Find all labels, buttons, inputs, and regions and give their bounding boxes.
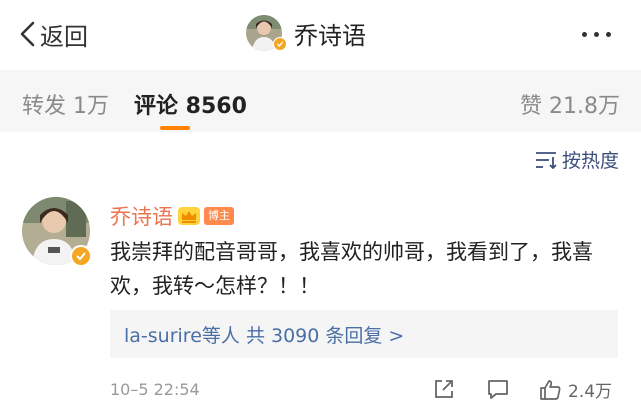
sort-icon xyxy=(535,151,557,169)
share-icon xyxy=(435,380,453,398)
sort-button[interactable]: 按热度 xyxy=(535,146,619,173)
page-title: 乔诗语 xyxy=(294,21,366,50)
sort-row: 按热度 xyxy=(0,132,641,187)
reply-button[interactable] xyxy=(486,377,510,401)
verified-icon xyxy=(273,37,287,51)
replies-link[interactable]: la-surire等人 共 3090 条回复 > xyxy=(110,310,618,358)
nav-bar: 返回 乔诗语 xyxy=(0,0,641,70)
tab-comments[interactable]: 评论 8560 xyxy=(134,88,247,120)
reply-count[interactable]: 共 3090 条回复 > xyxy=(246,325,404,347)
tab-likes[interactable]: 赞 21.8万 xyxy=(520,88,620,120)
comment-footer: 10–5 22:54 2.4万 xyxy=(110,377,621,407)
crown-icon xyxy=(178,207,200,225)
tab-bar: 转发 1万 评论 8560 赞 21.8万 xyxy=(0,70,641,132)
comment-icon xyxy=(488,380,508,399)
share-button[interactable] xyxy=(432,377,456,401)
active-tab-indicator xyxy=(160,126,190,130)
back-label: 返回 xyxy=(40,22,88,51)
comment-text: 我崇拜的配音哥哥，我喜欢的帅哥，我看到了，我喜欢，我转～怎样？！！ xyxy=(110,240,593,298)
comment-header: 乔诗语 博主 xyxy=(110,201,234,231)
comment-time: 10–5 22:54 xyxy=(110,380,200,399)
back-button[interactable]: 返回 xyxy=(18,14,88,54)
tab-reposts[interactable]: 转发 1万 xyxy=(22,88,109,120)
verified-icon xyxy=(70,245,92,267)
like-button[interactable]: 2.4万 xyxy=(538,377,612,402)
like-count: 2.4万 xyxy=(568,382,613,402)
thumbs-up-icon xyxy=(540,379,561,400)
reply-middle: 等人 xyxy=(201,324,246,347)
nav-title-group: 乔诗语 xyxy=(246,15,366,51)
chevron-left-icon xyxy=(20,21,35,47)
author-badge: 博主 xyxy=(204,207,234,225)
more-icon[interactable] xyxy=(582,24,626,44)
reply-user[interactable]: la-surire xyxy=(124,325,202,347)
comment-item: 乔诗语 博主 我崇拜的配音哥哥，我喜欢的帅哥，我看到了，我喜欢，我转～怎样？！！… xyxy=(0,187,641,413)
sort-label: 按热度 xyxy=(561,150,619,172)
comment-author[interactable]: 乔诗语 xyxy=(110,201,173,231)
